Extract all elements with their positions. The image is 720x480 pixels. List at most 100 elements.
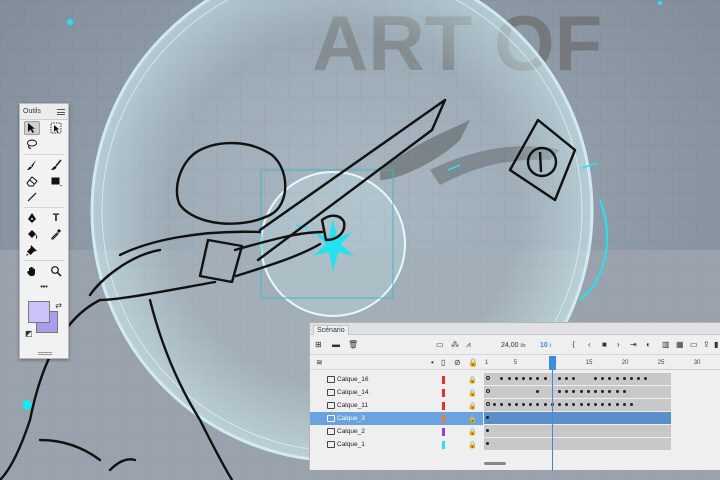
keyframe[interactable] <box>594 403 597 406</box>
layer-name[interactable]: Calque_11 <box>337 402 368 409</box>
keyframe[interactable] <box>543 403 547 406</box>
layer-name[interactable]: Calque_3 <box>337 415 365 422</box>
layer-row[interactable]: Calque_2 🔒 <box>310 425 483 438</box>
selection-icon[interactable] <box>24 121 40 135</box>
layer-color-swatch[interactable] <box>442 375 445 384</box>
edit-multiple-icon[interactable]: ▦ <box>676 340 684 349</box>
zoom-icon[interactable] <box>48 264 64 278</box>
panel-grip-icon[interactable] <box>38 352 52 355</box>
playhead[interactable] <box>548 356 556 471</box>
brush-icon[interactable] <box>24 158 40 172</box>
lock-all-icon[interactable]: 🔒 <box>468 358 478 367</box>
lasso-icon[interactable] <box>24 137 40 151</box>
keyframe[interactable] <box>586 403 590 406</box>
keyframe[interactable] <box>622 390 626 393</box>
lock-icon[interactable]: 🔒 <box>468 376 477 384</box>
loop-icon[interactable]: ⇥ <box>630 340 637 349</box>
keyframe[interactable] <box>507 377 511 380</box>
keyframe[interactable] <box>586 390 590 393</box>
keyframe[interactable] <box>579 390 583 393</box>
keyframe[interactable] <box>622 403 626 406</box>
camera-icon[interactable]: ▭ <box>436 340 444 349</box>
lock-icon[interactable]: 🔒 <box>468 402 477 410</box>
layer-name[interactable]: Calque_2 <box>337 428 365 435</box>
text-icon[interactable]: T <box>48 211 64 225</box>
new-folder-icon[interactable]: ▬ <box>332 340 340 349</box>
lock-icon[interactable]: 🔒 <box>468 389 477 397</box>
paint-bucket-icon[interactable] <box>24 227 40 241</box>
keyframe[interactable] <box>615 403 619 406</box>
layers-stack-icon[interactable]: ≋ <box>316 358 323 367</box>
frames-area[interactable]: 151015202530 <box>484 356 720 471</box>
keyframe[interactable] <box>558 390 561 393</box>
swap-colors-icon[interactable]: ⇄ <box>55 301 62 310</box>
layer-color-swatch[interactable] <box>442 427 445 436</box>
keyframe[interactable] <box>486 402 490 406</box>
keyframe[interactable] <box>486 389 490 393</box>
play-icon[interactable]: › <box>617 340 620 349</box>
hand-icon[interactable] <box>24 264 40 278</box>
keyframe[interactable] <box>522 377 525 380</box>
first-frame-icon[interactable]: ⟨ <box>572 340 575 349</box>
layer-row[interactable]: Calque_16 🔒 <box>310 373 483 386</box>
graph-icon[interactable]: ⩘ <box>466 340 471 350</box>
keyframe[interactable] <box>594 390 597 393</box>
insert-frame-icon[interactable]: ▭ <box>690 340 698 349</box>
current-frame-readout[interactable]: 10 i <box>540 342 551 349</box>
keyframe[interactable] <box>507 403 511 406</box>
layer-row[interactable]: Calque_1 🔒 <box>310 438 483 451</box>
onion-outline-icon[interactable]: ▥ <box>662 340 670 349</box>
keyframe[interactable] <box>594 377 597 380</box>
keyframe[interactable] <box>630 403 633 406</box>
pen-icon[interactable] <box>24 211 40 225</box>
eyedropper-icon[interactable] <box>48 227 64 241</box>
default-colors-icon[interactable]: ◩ <box>25 329 33 338</box>
line-icon[interactable] <box>24 190 40 204</box>
keyframe[interactable] <box>630 377 633 380</box>
layer-name[interactable]: Calque_1 <box>337 441 365 448</box>
tab-timeline[interactable]: Scénario <box>313 325 349 335</box>
lock-icon[interactable]: 🔒 <box>468 441 477 449</box>
more-icon[interactable]: ••• <box>36 280 52 294</box>
keyframe-icon[interactable]: ▮ <box>714 340 718 349</box>
pin-icon[interactable] <box>24 243 40 257</box>
keyframe[interactable] <box>622 377 626 380</box>
layer-color-swatch[interactable] <box>442 440 445 449</box>
keyframe[interactable] <box>514 403 518 406</box>
layer-name[interactable]: Calque_16 <box>337 376 368 383</box>
layer-row[interactable]: Calque_11 🔒 <box>310 399 483 412</box>
stop-icon[interactable]: ■ <box>602 340 607 349</box>
eraser-icon[interactable] <box>24 174 40 188</box>
keyframe[interactable] <box>522 403 525 406</box>
outline-all-icon[interactable]: ▯ <box>441 358 445 367</box>
panel-menu-icon[interactable] <box>57 108 65 115</box>
layer-row[interactable]: Calque_14 🔒 <box>310 386 483 399</box>
new-layer-icon[interactable]: ⊞ <box>315 340 322 349</box>
paintbrush-icon[interactable] <box>48 158 64 172</box>
onion-skin-icon[interactable]: ◐ <box>646 340 651 349</box>
stroke-color-swatch[interactable] <box>28 301 50 323</box>
tools-panel-title-bar[interactable]: Outils <box>20 104 68 120</box>
layer-row[interactable]: Calque_3 🔒 <box>310 412 483 425</box>
export-icon[interactable]: ⇪ <box>703 340 710 349</box>
lock-icon[interactable]: 🔒 <box>468 415 477 423</box>
keyframe[interactable] <box>558 403 561 406</box>
rectangle-icon[interactable] <box>48 174 64 188</box>
subselection-icon[interactable] <box>48 121 64 135</box>
layer-parenting-icon[interactable]: ⁂ <box>451 340 459 349</box>
frame-ruler[interactable]: 151015202530 <box>484 356 720 370</box>
hide-all-icon[interactable]: ⊘ <box>454 358 461 367</box>
keyframe[interactable] <box>486 376 490 380</box>
keyframe[interactable] <box>543 377 547 380</box>
layer-color-swatch[interactable] <box>442 414 445 423</box>
layer-name[interactable]: Calque_14 <box>337 389 368 396</box>
lock-icon[interactable]: 🔒 <box>468 428 477 436</box>
keyframe[interactable] <box>579 403 583 406</box>
keyframe[interactable] <box>486 429 489 432</box>
show-all-icon[interactable]: • <box>431 358 434 367</box>
delete-layer-icon[interactable]: 🗑 <box>348 340 358 349</box>
keyframe[interactable] <box>615 377 619 380</box>
layer-color-swatch[interactable] <box>442 388 445 397</box>
keyframe[interactable] <box>558 377 561 380</box>
keyframe[interactable] <box>514 377 518 380</box>
